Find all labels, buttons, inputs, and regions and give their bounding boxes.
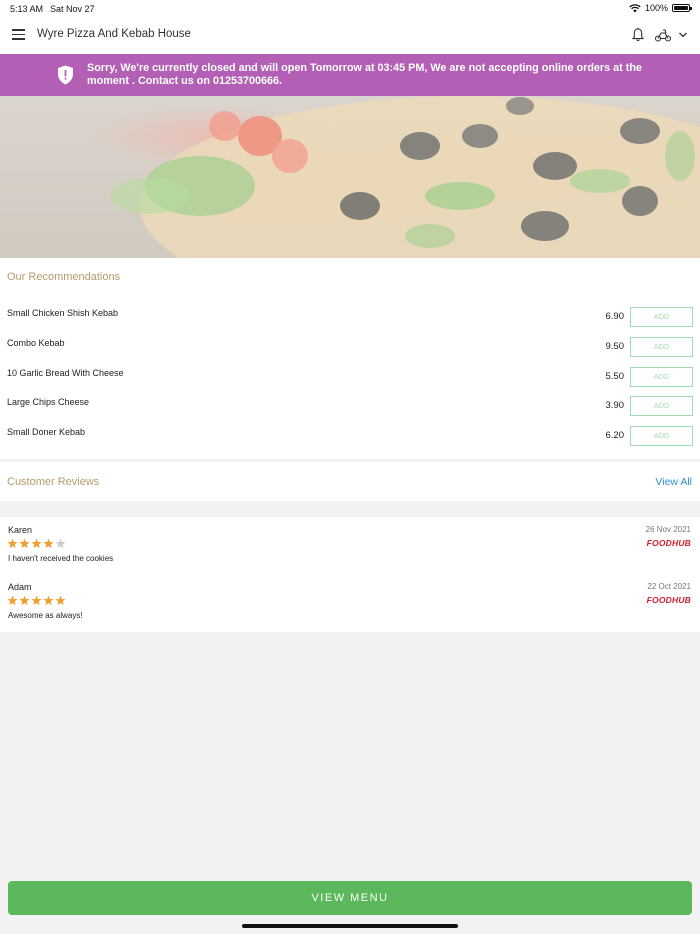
star-icon — [19, 538, 30, 549]
view-menu-button[interactable]: VIEW MENU — [8, 881, 692, 915]
closed-banner: Sorry, We're currently closed and will o… — [0, 54, 700, 96]
recommendation-item: Small Chicken Shish Kebab 6.90 ADD — [0, 300, 700, 330]
delivery-scooter-icon[interactable] — [654, 28, 672, 42]
recommendations-title: Our Recommendations — [7, 271, 121, 283]
item-price: 5.50 — [605, 371, 625, 382]
recommendations-section: Our Recommendations Small Chicken Shish … — [0, 258, 700, 459]
view-all-link[interactable]: View All — [655, 476, 692, 488]
add-button[interactable]: ADD — [630, 337, 693, 357]
star-rating — [7, 595, 66, 606]
add-button[interactable]: ADD — [630, 367, 693, 387]
review-author: Adam — [8, 582, 32, 592]
review-date: 26 Nov 2021 — [645, 525, 691, 534]
item-name: Small Doner Kebab — [7, 427, 86, 437]
status-bar: 5:13 AM Sat Nov 27 100% — [0, 0, 700, 18]
review-date: 22 Oct 2021 — [647, 582, 691, 591]
foodhub-logo: FOODHUB — [646, 595, 691, 605]
item-name: Large Chips Cheese — [7, 397, 90, 407]
bell-icon[interactable] — [630, 27, 646, 43]
item-name: 10 Garlic Bread With Cheese — [7, 368, 124, 378]
star-icon — [31, 538, 42, 549]
wifi-icon — [629, 3, 641, 12]
foodhub-logo: FOODHUB — [646, 538, 691, 548]
review-item: Adam 22 Oct 2021 FOODHUB Awesome as alwa… — [0, 574, 700, 631]
add-button[interactable]: ADD — [630, 396, 693, 416]
recommendation-item: Large Chips Cheese 3.90 ADD — [0, 389, 700, 419]
reviews-title: Customer Reviews — [7, 476, 100, 488]
battery-icon — [672, 4, 692, 12]
star-rating — [7, 538, 66, 549]
item-name: Combo Kebab — [7, 338, 65, 348]
shield-alert-icon — [58, 65, 73, 85]
reviews-list: Karen 26 Nov 2021 FOODHUB I haven't rece… — [0, 517, 700, 632]
restaurant-title: Wyre Pizza And Kebab House — [37, 28, 191, 40]
star-icon — [55, 595, 66, 606]
star-icon — [43, 595, 54, 606]
item-name: Small Chicken Shish Kebab — [7, 308, 119, 318]
review-comment: Awesome as always! — [8, 611, 83, 620]
recommendation-item: Small Doner Kebab 6.20 ADD — [0, 419, 700, 449]
review-author: Karen — [8, 525, 33, 535]
add-button[interactable]: ADD — [630, 307, 693, 327]
add-button[interactable]: ADD — [630, 426, 693, 446]
star-icon — [7, 538, 18, 549]
star-icon — [19, 595, 30, 606]
item-price: 6.20 — [605, 430, 625, 441]
status-date: Sat Nov 27 — [50, 4, 95, 14]
review-comment: I haven't received the cookies — [8, 554, 114, 563]
home-indicator — [242, 924, 458, 928]
review-item: Karen 26 Nov 2021 FOODHUB I haven't rece… — [0, 517, 700, 574]
recommendation-item: 10 Garlic Bread With Cheese 5.50 ADD — [0, 360, 700, 390]
item-price: 9.50 — [605, 341, 625, 352]
hero-pizza-image — [0, 96, 700, 258]
reviews-header: Customer Reviews View All — [0, 462, 700, 501]
star-icon — [43, 538, 54, 549]
chevron-down-icon[interactable] — [677, 29, 689, 41]
recommendation-item: Combo Kebab 9.50 ADD — [0, 330, 700, 360]
item-price: 3.90 — [605, 400, 625, 411]
item-price: 6.90 — [605, 311, 625, 322]
status-right: 100% — [629, 3, 692, 13]
star-icon — [31, 595, 42, 606]
star-icon — [55, 538, 66, 549]
hamburger-menu-icon[interactable] — [12, 29, 25, 40]
closed-message: Sorry, We're currently closed and will o… — [87, 62, 642, 87]
battery-percent: 100% — [644, 3, 668, 13]
status-time: 5:13 AM — [10, 4, 44, 14]
star-icon — [7, 595, 18, 606]
app-header: Wyre Pizza And Kebab House — [0, 18, 700, 54]
